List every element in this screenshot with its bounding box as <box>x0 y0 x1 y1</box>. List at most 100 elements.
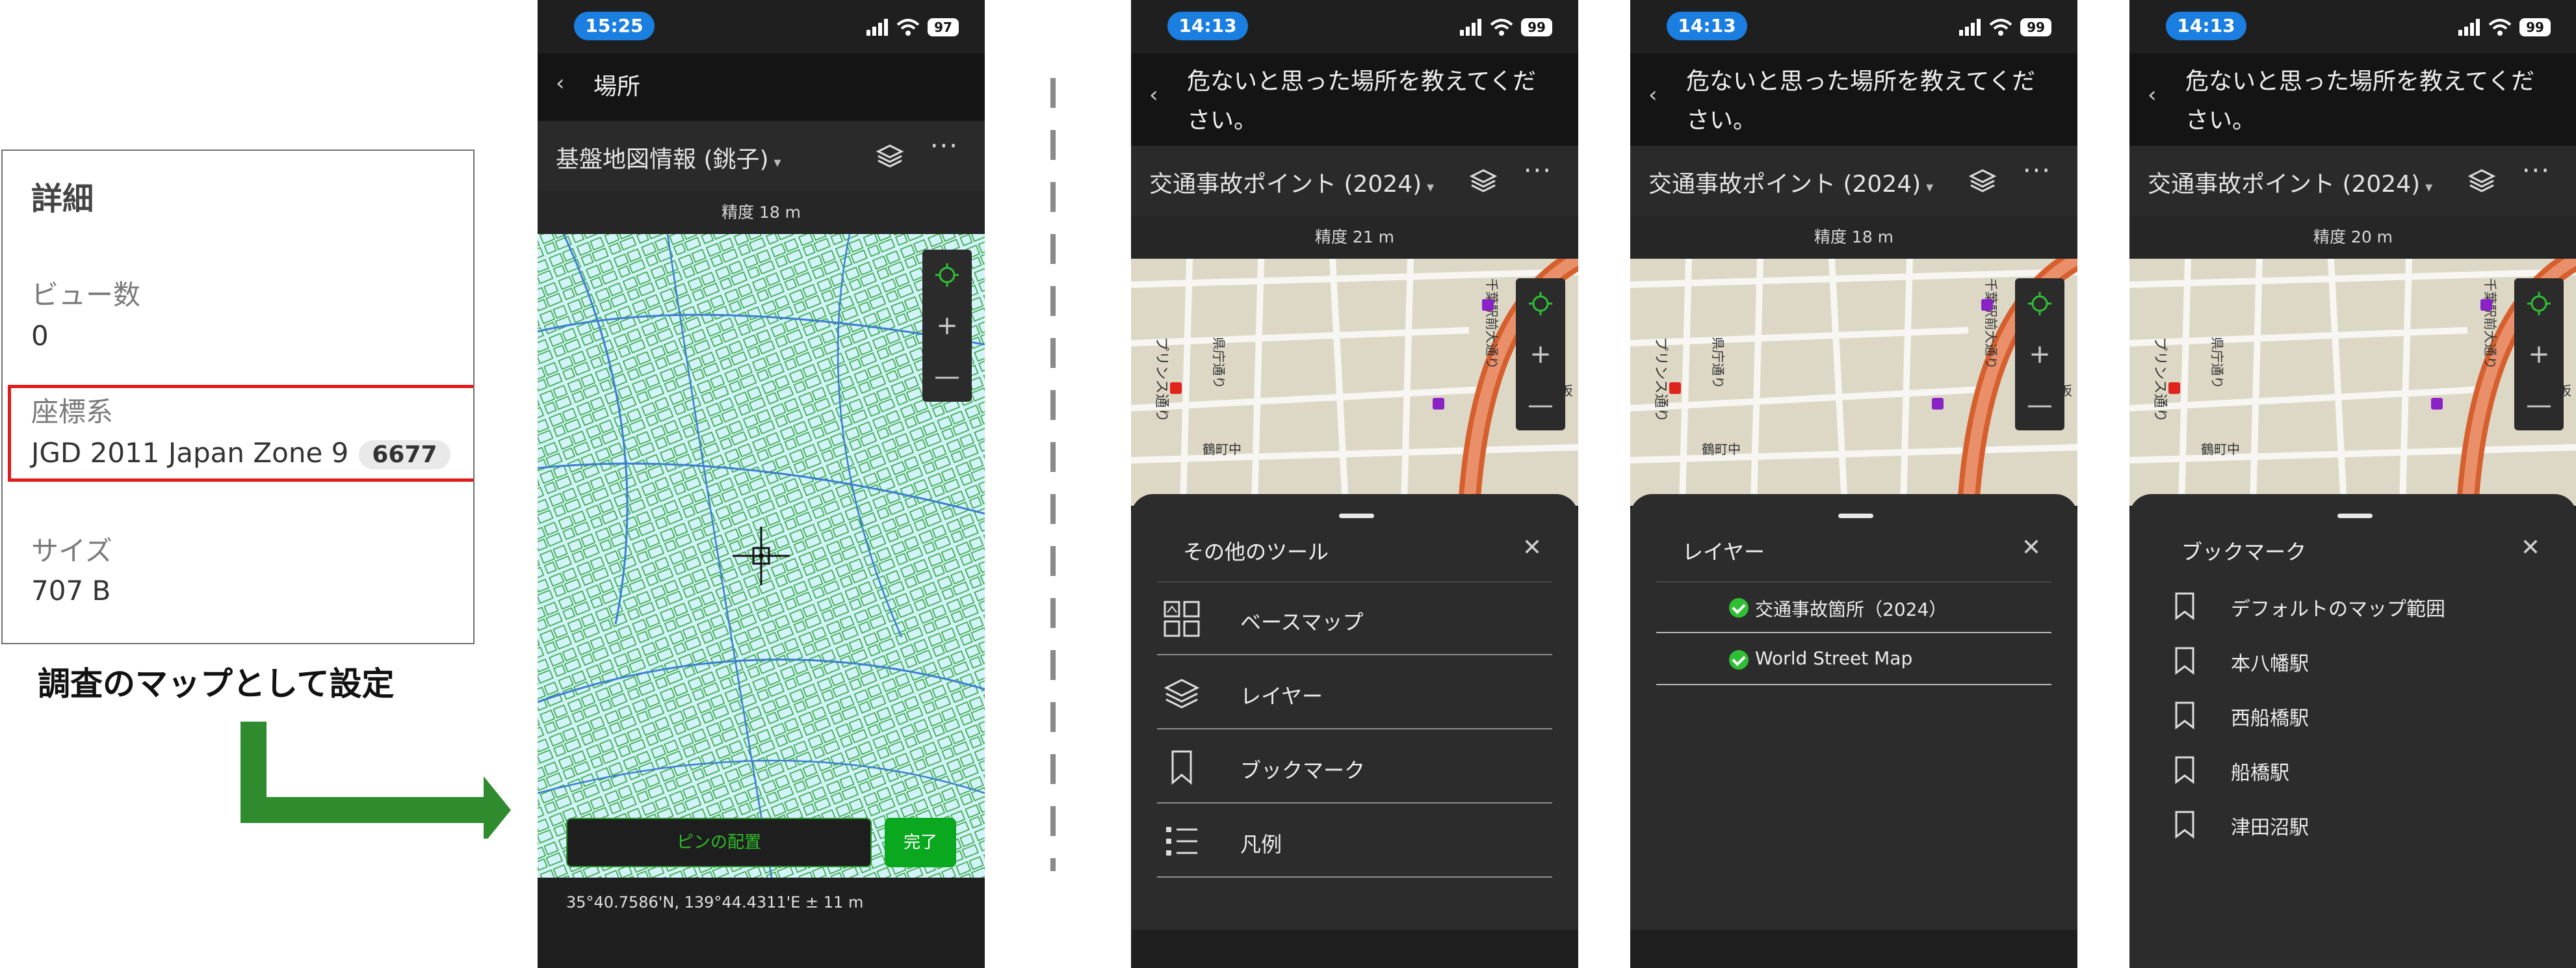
close-icon[interactable]: ✕ <box>2521 534 2540 561</box>
accident-marker-icon <box>1482 299 1494 311</box>
sheet-handle[interactable] <box>2337 514 2373 518</box>
more-options-icon[interactable]: ··· <box>1524 156 1552 186</box>
layer-item[interactable]: 交通事故箇所（2024） <box>1656 582 2051 633</box>
map-name-dropdown[interactable]: 交通事故ポイント (2024) ▾ <box>2148 165 2432 199</box>
layers-icon[interactable] <box>876 142 904 170</box>
details-title: 詳細 <box>31 181 94 217</box>
bookmark-item[interactable]: 本八幡駅 <box>2155 633 2551 688</box>
signal-icon <box>2458 19 2480 36</box>
accident-marker-icon <box>2480 299 2492 311</box>
bookmark-label: デフォルトのマップ範囲 <box>2231 598 2445 621</box>
nav-bar: ‹ 場所 <box>538 53 985 121</box>
sheet-title: その他のツール <box>1183 540 1329 564</box>
locate-icon[interactable] <box>2514 278 2564 329</box>
place-pin-button[interactable]: ピンの配置 <box>566 818 872 867</box>
zoom-in-icon[interactable]: + <box>2514 329 2564 380</box>
zoom-in-icon[interactable]: + <box>1516 329 1565 380</box>
back-chevron-icon[interactable]: ‹ <box>1648 82 1658 108</box>
tool-item-layers[interactable]: レイヤー <box>1157 657 1552 729</box>
bookmark-icon <box>2175 592 2194 620</box>
map-title-bar: 交通事故ポイント (2024) ▾ ··· <box>1630 146 2077 216</box>
nav-bar: ‹ 危ないと思った場所を教えてください。 <box>2129 53 2576 146</box>
locate-icon[interactable] <box>1516 278 1565 329</box>
chevron-down-icon: ▾ <box>2425 179 2433 196</box>
tool-item-bookmarks[interactable]: ブックマーク <box>1157 731 1552 804</box>
cadastral-map[interactable] <box>538 234 985 878</box>
street-map[interactable]: プリンス通り 県庁通り 千葉駅前大通り 鶴町中 坂 <box>1630 259 2077 506</box>
more-options-icon[interactable]: ··· <box>2023 156 2051 186</box>
locate-icon[interactable] <box>2015 278 2064 329</box>
more-tools-sheet: その他のツール ✕ ベースマップ レイヤー ブックマーク 凡例 <box>1131 494 1578 930</box>
street-map[interactable]: プリンス通り 県庁通り 千葉駅前大通り 鶴町中 坂 <box>1131 259 1578 506</box>
nav-bar: ‹ 危ないと思った場所を教えてください。 <box>1630 53 2077 146</box>
map-label-kencho: 県庁通り <box>2209 337 2225 389</box>
checkmark-icon[interactable] <box>1729 598 1749 618</box>
tool-item-label: ベースマップ <box>1240 610 1364 634</box>
layers-icon[interactable] <box>1469 166 1498 195</box>
signal-icon <box>866 19 888 36</box>
more-options-icon[interactable]: ··· <box>2522 156 2551 186</box>
map-title-bar: 基盤地図情報 (銚子) ▾ ··· <box>538 121 985 191</box>
tool-item-legend[interactable]: 凡例 <box>1157 805 1552 878</box>
signal-icon <box>1460 19 1481 36</box>
map-view[interactable]: + — ピンの配置 完了 <box>538 234 985 878</box>
map-label-prince: プリンス通り <box>2152 337 2168 423</box>
bookmark-item[interactable]: 船橋駅 <box>2155 742 2551 797</box>
nav-title: 危ないと思った場所を教えてください。 <box>1187 68 1537 134</box>
dashed-separator <box>1050 78 1056 871</box>
map-name: 交通事故ポイント (2024) <box>2148 171 2421 198</box>
phone-location-picker: 15:25 97 ‹ 場所 基盤地図情報 (銚子) ▾ ··· 精度 18 m <box>538 0 985 968</box>
bookmark-item[interactable]: 津田沼駅 <box>2155 797 2551 852</box>
sheet-handle[interactable] <box>1339 514 1374 518</box>
sheet-handle[interactable] <box>1838 514 1873 518</box>
close-icon[interactable]: ✕ <box>2022 534 2041 561</box>
bookmark-label: 西船橋駅 <box>2231 707 2309 730</box>
accident-marker-icon <box>1170 382 1182 394</box>
nav-bar: ‹ 危ないと思った場所を教えてください。 <box>1131 53 1578 146</box>
layer-item[interactable]: World Street Map <box>1656 634 2051 685</box>
close-icon[interactable]: ✕ <box>1522 534 1542 561</box>
accident-marker-icon <box>1433 398 1444 410</box>
done-button[interactable]: 完了 <box>885 818 956 867</box>
back-chevron-icon[interactable]: ‹ <box>1149 82 1158 108</box>
zoom-out-icon[interactable]: — <box>2514 380 2564 430</box>
layers-sheet: レイヤー ✕ 交通事故箇所（2024） World Street Map <box>1630 494 2077 930</box>
map-controls: + — <box>922 250 972 402</box>
map-view[interactable]: プリンス通り 県庁通り 千葉駅前大通り 鶴町中 坂 + — <box>2129 259 2576 506</box>
map-view[interactable]: プリンス通り 県庁通り 千葉駅前大通り 鶴町中 坂 + — <box>1131 259 1578 506</box>
zoom-in-icon[interactable]: + <box>922 300 972 351</box>
accident-marker-icon <box>1932 398 1944 410</box>
bookmark-item[interactable]: デフォルトのマップ範囲 <box>2155 579 2551 633</box>
checkmark-icon[interactable] <box>1729 650 1749 670</box>
bookmark-item[interactable]: 西船橋駅 <box>2155 688 2551 742</box>
tool-item-label: 凡例 <box>1240 832 1282 857</box>
bookmark-label: 本八幡駅 <box>2231 653 2309 675</box>
tool-item-basemap[interactable]: ベースマップ <box>1157 582 1552 655</box>
zoom-out-icon[interactable]: — <box>2015 380 2064 430</box>
status-icons: 97 <box>866 16 959 39</box>
back-chevron-icon[interactable]: ‹ <box>2148 82 2157 108</box>
arrow-right-icon <box>241 722 511 839</box>
back-chevron-icon[interactable]: ‹ <box>556 70 565 96</box>
zoom-out-icon[interactable]: — <box>922 351 972 402</box>
zoom-in-icon[interactable]: + <box>2015 329 2064 380</box>
status-icons: 99 <box>1959 16 2051 39</box>
more-options-icon[interactable]: ··· <box>930 131 959 161</box>
map-label-town: 鶴町中 <box>1203 441 1242 457</box>
status-time: 15:25 <box>574 12 655 40</box>
layers-icon <box>1164 679 1200 709</box>
street-map[interactable]: プリンス通り 県庁通り 千葉駅前大通り 鶴町中 坂 <box>2129 259 2576 506</box>
status-icons: 99 <box>2458 16 2551 39</box>
bookmark-label: 津田沼駅 <box>2231 817 2309 839</box>
crs-label: 座標系 <box>31 396 114 428</box>
layers-icon[interactable] <box>1968 166 1997 195</box>
map-view[interactable]: プリンス通り 県庁通り 千葉駅前大通り 鶴町中 坂 + — <box>1630 259 2077 506</box>
map-name-dropdown[interactable]: 基盤地図情報 (銚子) ▾ <box>556 140 781 174</box>
zoom-out-icon[interactable]: — <box>1516 380 1565 430</box>
layers-icon[interactable] <box>2467 166 2496 195</box>
accuracy-bar: 精度 20 m <box>2129 216 2576 259</box>
map-name-dropdown[interactable]: 交通事故ポイント (2024) ▾ <box>1648 165 1933 199</box>
bookmark-icon <box>2175 647 2194 675</box>
map-name-dropdown[interactable]: 交通事故ポイント (2024) ▾ <box>1149 165 1434 199</box>
locate-icon[interactable] <box>922 250 972 300</box>
